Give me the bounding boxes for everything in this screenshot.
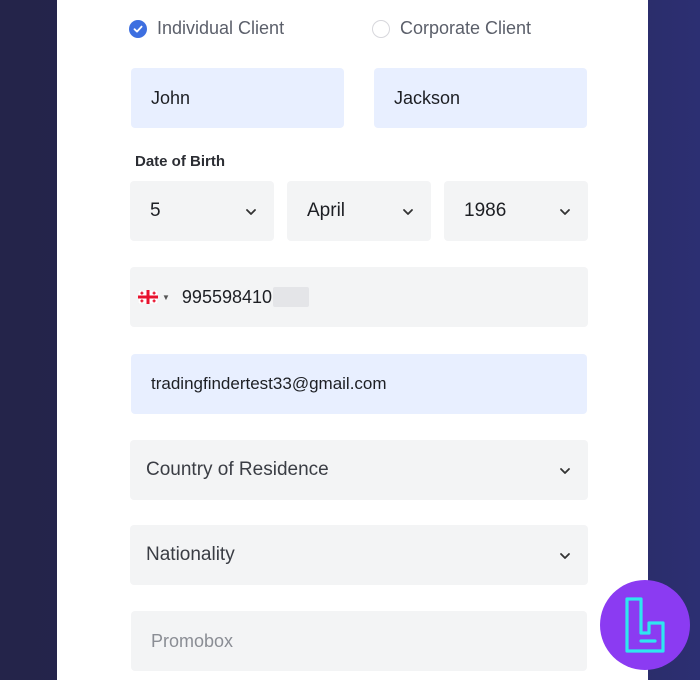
- chevron-down-icon: [558, 203, 572, 225]
- tradingfinder-logo-icon: [600, 580, 690, 670]
- phone-number-value: 995598410: [181, 286, 273, 307]
- first-name-field[interactable]: John: [131, 68, 344, 128]
- chevron-down-icon: [401, 203, 415, 225]
- dob-month-value: April: [307, 200, 346, 221]
- dob-day-select[interactable]: 5: [130, 181, 274, 241]
- radio-checked-icon: [129, 19, 147, 38]
- dob-month-select[interactable]: April: [287, 181, 431, 241]
- email-field[interactable]: tradingfindertest33@gmail.com: [131, 354, 587, 414]
- registration-form: Individual Client Corporate Client John …: [57, 0, 648, 680]
- country-of-residence-label: Country of Residence: [146, 459, 329, 480]
- caret-down-icon: ▼: [162, 292, 170, 302]
- corporate-client-radio[interactable]: Corporate Client: [372, 18, 531, 39]
- chevron-down-icon: [558, 547, 572, 569]
- promobox-input[interactable]: [151, 630, 567, 652]
- corporate-client-label: Corporate Client: [400, 18, 532, 38]
- promobox-field[interactable]: [131, 611, 587, 671]
- georgia-flag-icon[interactable]: ▼: [138, 290, 174, 304]
- first-name-value: John: [151, 87, 191, 108]
- last-name-field[interactable]: Jackson: [374, 68, 587, 128]
- country-of-residence-select[interactable]: Country of Residence: [130, 440, 588, 500]
- redacted-mask: [273, 287, 310, 307]
- chevron-down-icon: [558, 462, 572, 484]
- dob-year-value: 1986: [464, 200, 507, 221]
- chevron-down-icon: [244, 203, 258, 225]
- nationality-label: Nationality: [146, 544, 235, 565]
- dob-day-value: 5: [150, 200, 161, 221]
- email-value: tradingfindertest33@gmail.com: [151, 374, 387, 393]
- nationality-select[interactable]: Nationality: [130, 525, 588, 585]
- phone-field[interactable]: ▼ 995598410: [130, 267, 588, 327]
- last-name-value: Jackson: [394, 87, 461, 108]
- dob-year-select[interactable]: 1986: [444, 181, 588, 241]
- dob-label: Date of Birth: [135, 153, 225, 170]
- client-type-selector: Individual Client Corporate Client: [57, 18, 648, 42]
- radio-unchecked-icon: [372, 19, 390, 38]
- individual-client-radio[interactable]: Individual Client: [129, 18, 284, 39]
- individual-client-label: Individual Client: [157, 18, 285, 38]
